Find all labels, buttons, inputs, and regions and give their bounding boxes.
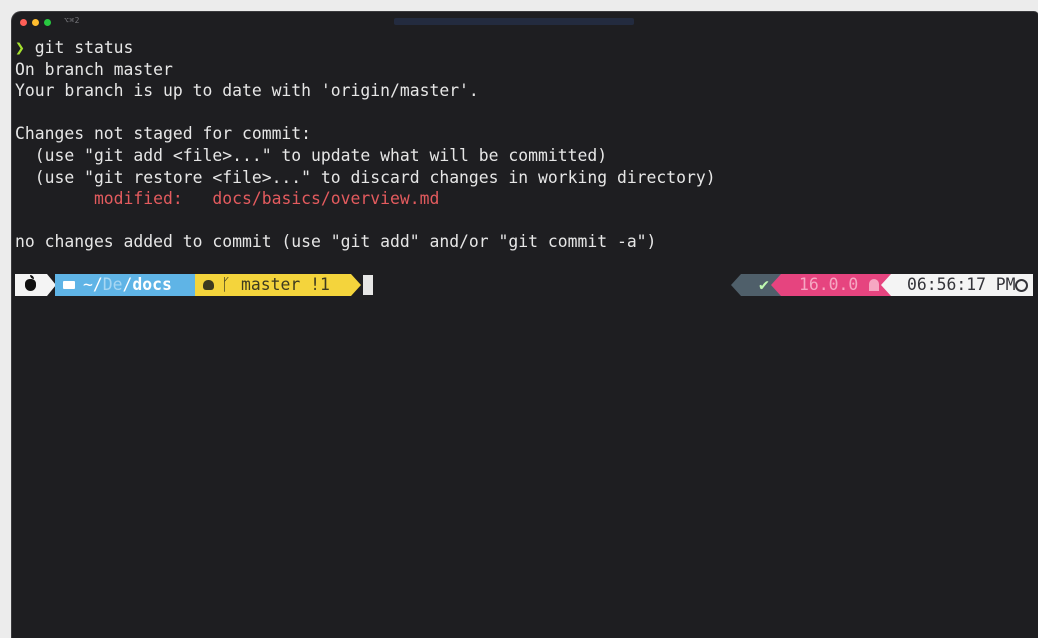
node-version: 16.0.0 bbox=[799, 275, 859, 294]
dir-home: ~/ bbox=[83, 275, 103, 294]
modified-file-line: modified: docs/basics/overview.md bbox=[15, 188, 1035, 210]
command-line: ❯ git status bbox=[15, 37, 1035, 59]
git-segment: ᚴ master !1 bbox=[195, 274, 351, 296]
segment-separator bbox=[771, 274, 781, 296]
apple-icon bbox=[25, 279, 36, 291]
change-count: !1 bbox=[310, 275, 330, 294]
clock-icon bbox=[1015, 279, 1028, 292]
output-line: no changes added to commit (use "git add… bbox=[15, 232, 657, 252]
tab-shortcut-hint: ⌥⌘2 bbox=[64, 16, 80, 25]
current-time: 06:56:17 PM bbox=[907, 275, 1016, 294]
dir-current: docs bbox=[132, 275, 172, 294]
directory-path: ~/De/docs bbox=[83, 274, 172, 296]
segment-separator bbox=[351, 274, 361, 296]
directory-segment: ~/De/docs bbox=[55, 274, 195, 296]
output-line: (use "git add <file>..." to update what … bbox=[15, 145, 608, 165]
time-segment: 06:56:17 PM bbox=[891, 274, 1033, 296]
git-status: master !1 bbox=[241, 274, 330, 296]
os-segment bbox=[15, 274, 47, 296]
node-icon bbox=[869, 279, 879, 291]
terminal-window: ⌥⌘2 ❯ git status On branch master Your b… bbox=[12, 12, 1038, 638]
output-line: (use "git restore <file>..." to discard … bbox=[15, 167, 716, 187]
powerline-prompt: ~/De/docs ᚴ master !1 ✔ 16.0.0 06:56:17 … bbox=[15, 274, 1033, 296]
prompt-arrow: ❯ bbox=[15, 38, 25, 57]
segment-separator bbox=[731, 274, 741, 296]
modified-label: modified: bbox=[15, 189, 213, 209]
command-text: git status bbox=[24, 38, 134, 57]
close-window-button[interactable] bbox=[20, 19, 27, 26]
output-line: Changes not staged for commit: bbox=[15, 124, 312, 144]
success-check: ✔ bbox=[759, 275, 769, 294]
zoom-window-button[interactable] bbox=[44, 19, 51, 26]
terminal-output[interactable]: ❯ git status On branch master Your branc… bbox=[15, 37, 1035, 253]
modified-file-path: docs/basics/overview.md bbox=[212, 189, 440, 209]
dir-separator: / bbox=[122, 275, 133, 294]
title-bar: ⌥⌘2 bbox=[12, 12, 1038, 32]
text-cursor bbox=[363, 275, 373, 295]
node-version-segment: 16.0.0 bbox=[781, 274, 891, 296]
segment-separator bbox=[881, 274, 891, 296]
output-line: Your branch is up to date with 'origin/m… bbox=[15, 81, 479, 101]
github-octocat-icon bbox=[203, 280, 214, 290]
tab-bar[interactable] bbox=[394, 18, 634, 25]
folder-icon bbox=[63, 281, 75, 289]
dir-abbrev: De bbox=[102, 275, 123, 294]
branch-name: master bbox=[241, 275, 301, 294]
git-branch-icon: ᚴ bbox=[221, 275, 231, 294]
output-line: On branch master bbox=[15, 59, 173, 79]
minimize-window-button[interactable] bbox=[32, 19, 39, 26]
